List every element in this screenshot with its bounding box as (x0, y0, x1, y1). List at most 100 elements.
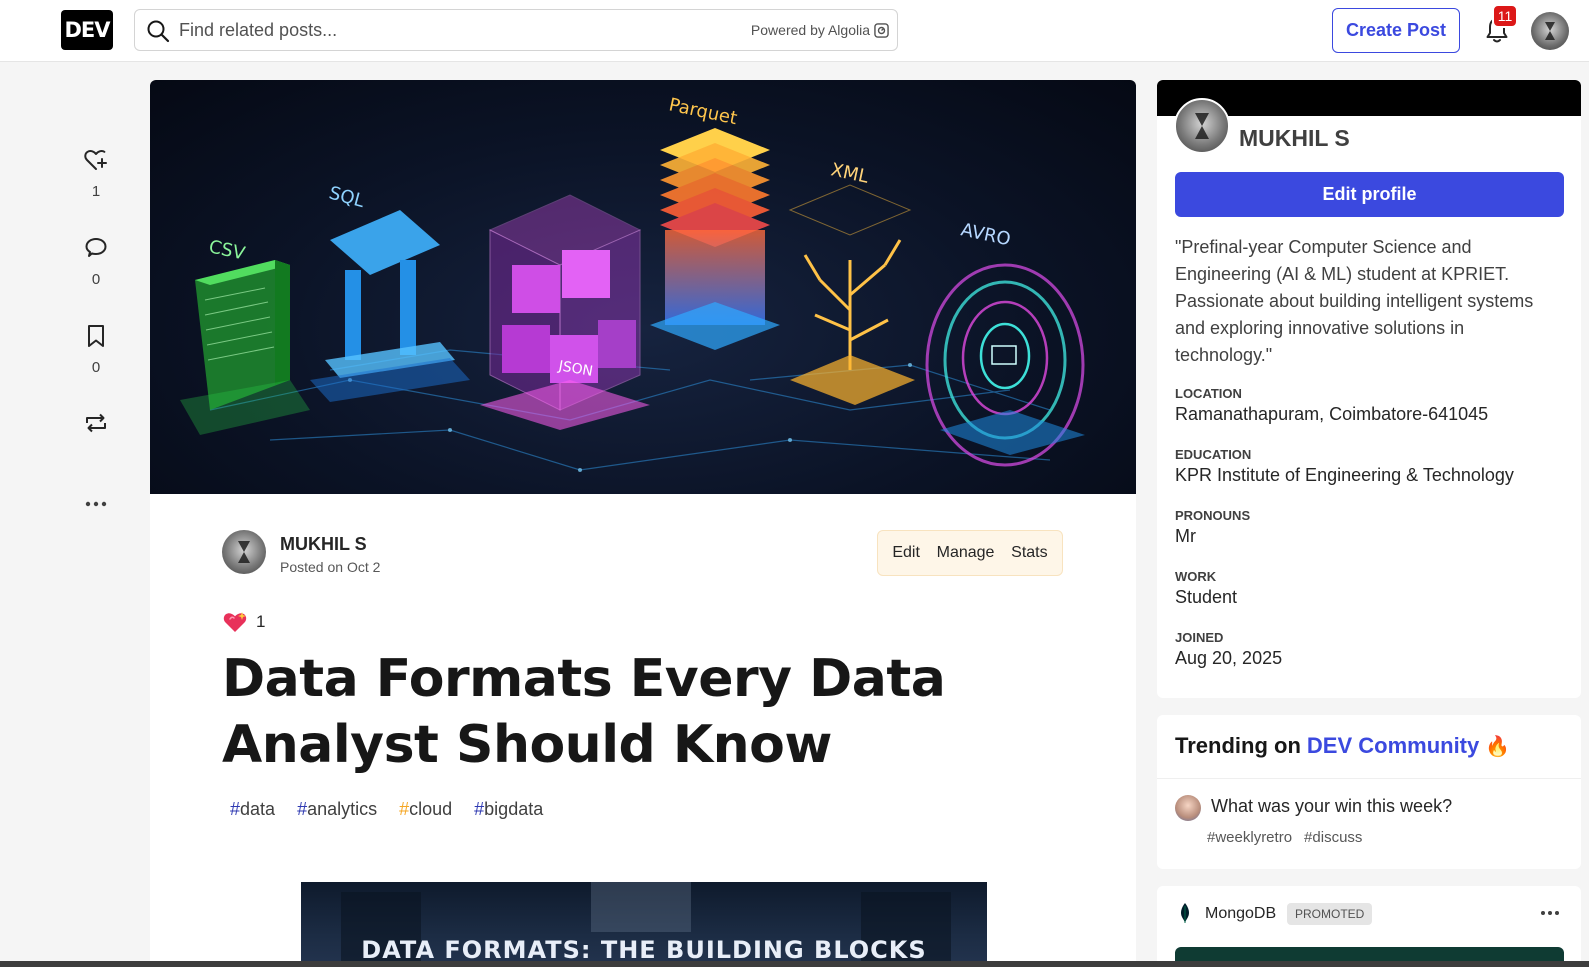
detail-work: WORK Student (1175, 569, 1237, 608)
detail-joined: JOINED Aug 20, 2025 (1175, 630, 1282, 669)
community-link[interactable]: DEV Community (1307, 733, 1479, 759)
bookmark-icon (88, 325, 104, 347)
divider (1157, 778, 1581, 779)
profile-avatar[interactable] (1174, 98, 1230, 154)
cover-label-csv: CSV (207, 236, 248, 264)
comment-icon (85, 238, 107, 257)
tag-data[interactable]: #data (224, 795, 281, 824)
detail-location: LOCATION Ramanathapuram, Coimbatore-6410… (1175, 386, 1488, 425)
profile-name[interactable]: MUKHIL S (1239, 125, 1350, 152)
tag-weeklyretro[interactable]: #weeklyretro (1207, 829, 1292, 846)
detail-value: Mr (1175, 526, 1196, 546)
detail-key: JOINED (1175, 630, 1224, 645)
tag-list: #data #analytics #cloud #bigdata (224, 795, 549, 824)
more-icon (85, 501, 107, 507)
user-avatar[interactable] (1531, 12, 1569, 50)
tag-label: cloud (409, 799, 453, 819)
algolia-attribution: Powered by Algolia (751, 22, 889, 38)
mongodb-leaf-icon (1181, 903, 1189, 923)
profile-bio: "Prefinal-year Computer Science and Engi… (1175, 237, 1534, 365)
sparkle-heart-icon (223, 612, 247, 632)
tag-label: data (240, 799, 276, 819)
cover-label-xml: XML (829, 159, 870, 187)
article-card: CSV SQL JSON Parquet XML AVRO MUKHIL S P… (150, 80, 1136, 967)
tag-label: bigdata (484, 799, 544, 819)
manage-post-link[interactable]: Manage (937, 544, 995, 562)
powered-by-text: Powered by Algolia (750, 22, 870, 38)
hourglass-icon (1195, 113, 1209, 139)
detail-key: LOCATION (1175, 386, 1242, 401)
author-name[interactable]: MUKHIL S (280, 534, 367, 555)
cover-label-sql: SQL (327, 183, 367, 213)
cover-illustration: CSV SQL JSON Parquet XML AVRO (180, 94, 1085, 472)
edit-post-link[interactable]: Edit (892, 544, 920, 562)
create-post-button[interactable]: Create Post (1332, 8, 1460, 53)
detail-education: EDUCATION KPR Institute of Engineering &… (1175, 447, 1514, 486)
tag-hash: # (399, 799, 410, 819)
notification-badge: 11 (1492, 4, 1518, 28)
tag-hash: # (230, 799, 241, 819)
avro-block: AVRO (925, 219, 1085, 467)
detail-value: Ramanathapuram, Coimbatore-641045 (1175, 404, 1489, 424)
search-input[interactable] (179, 16, 699, 44)
bottom-bar (0, 961, 1589, 967)
csv-block: CSV (180, 236, 310, 435)
tag-bigdata[interactable]: #bigdata (468, 795, 549, 824)
tag-discuss[interactable]: #discuss (1304, 829, 1362, 846)
detail-value: KPR Institute of Engineering & Technolog… (1175, 465, 1514, 485)
tag-hash: # (474, 799, 485, 819)
detail-pronouns: PRONOUNS Mr (1175, 508, 1250, 547)
cover-image: CSV SQL JSON Parquet XML AVRO (150, 80, 1136, 494)
trending-post-link[interactable]: What was your win this week? (1211, 796, 1452, 817)
article-title: Data Formats Every Data Analyst Should K… (222, 649, 946, 775)
trending-card: Trending on DEV Community 🔥 What was you… (1157, 715, 1581, 869)
cover-label-avro: AVRO (959, 219, 1012, 250)
bookmark-button[interactable]: 0 (76, 323, 116, 376)
search-icon (147, 20, 170, 43)
detail-key: PRONOUNS (1175, 508, 1251, 523)
top-header: DEV Powered by Algolia Create Post 11 (0, 0, 1589, 62)
more-options-button[interactable] (76, 497, 116, 511)
stats-link[interactable]: Stats (1011, 544, 1047, 562)
posted-date: Posted on Oct 2 (280, 559, 381, 575)
bookmark-count: 0 (91, 359, 101, 376)
repost-icon (86, 413, 106, 433)
comment-count: 0 (91, 271, 101, 288)
promoted-badge: PROMOTED (1287, 903, 1373, 925)
tag-analytics[interactable]: #analytics (291, 795, 383, 824)
reaction-count: 1 (91, 183, 101, 200)
parquet-block: Parquet (650, 94, 780, 350)
tag-hash: # (297, 799, 308, 819)
trend-author-avatar (1175, 795, 1201, 821)
reaction-button[interactable]: 1 (76, 147, 116, 200)
reaction-total: 1 (256, 612, 266, 631)
trending-prefix: Trending on (1175, 733, 1301, 758)
search-bar[interactable]: Powered by Algolia (134, 9, 898, 51)
heart-plus-icon (84, 150, 107, 170)
detail-key: EDUCATION (1175, 447, 1252, 462)
boost-button[interactable] (76, 410, 116, 436)
edit-profile-button[interactable]: Edit profile (1175, 172, 1564, 217)
promo-brand[interactable]: MongoDB (1205, 905, 1276, 923)
detail-value: Student (1175, 587, 1238, 607)
tag-cloud[interactable]: #cloud (393, 795, 458, 824)
xml-block: XML (788, 159, 915, 405)
algolia-icon (874, 22, 889, 38)
trending-tags: #weeklyretro #discuss (1207, 829, 1362, 846)
cover-label-parquet: Parquet (667, 94, 739, 129)
fire-icon: 🔥 (1485, 735, 1511, 758)
author-avatar[interactable] (222, 530, 266, 574)
reaction-summary[interactable]: 1 (222, 610, 265, 634)
author-actions: Edit Manage Stats (877, 530, 1063, 576)
hourglass-icon (1545, 22, 1555, 40)
detail-key: WORK (1175, 569, 1217, 584)
author-profile-card: MUKHIL S Edit profile "Prefinal-year Com… (1157, 80, 1581, 698)
article-body-image: DATA FORMATS: THE BUILDING BLOCKS (301, 882, 987, 967)
more-icon[interactable] (1537, 900, 1563, 926)
tag-label: analytics (307, 799, 378, 819)
comment-button[interactable]: 0 (76, 235, 116, 288)
promoted-card: MongoDB PROMOTED (1157, 886, 1581, 967)
detail-value: Aug 20, 2025 (1175, 648, 1283, 668)
sql-block: SQL (310, 183, 470, 402)
dev-logo[interactable]: DEV (61, 10, 113, 50)
